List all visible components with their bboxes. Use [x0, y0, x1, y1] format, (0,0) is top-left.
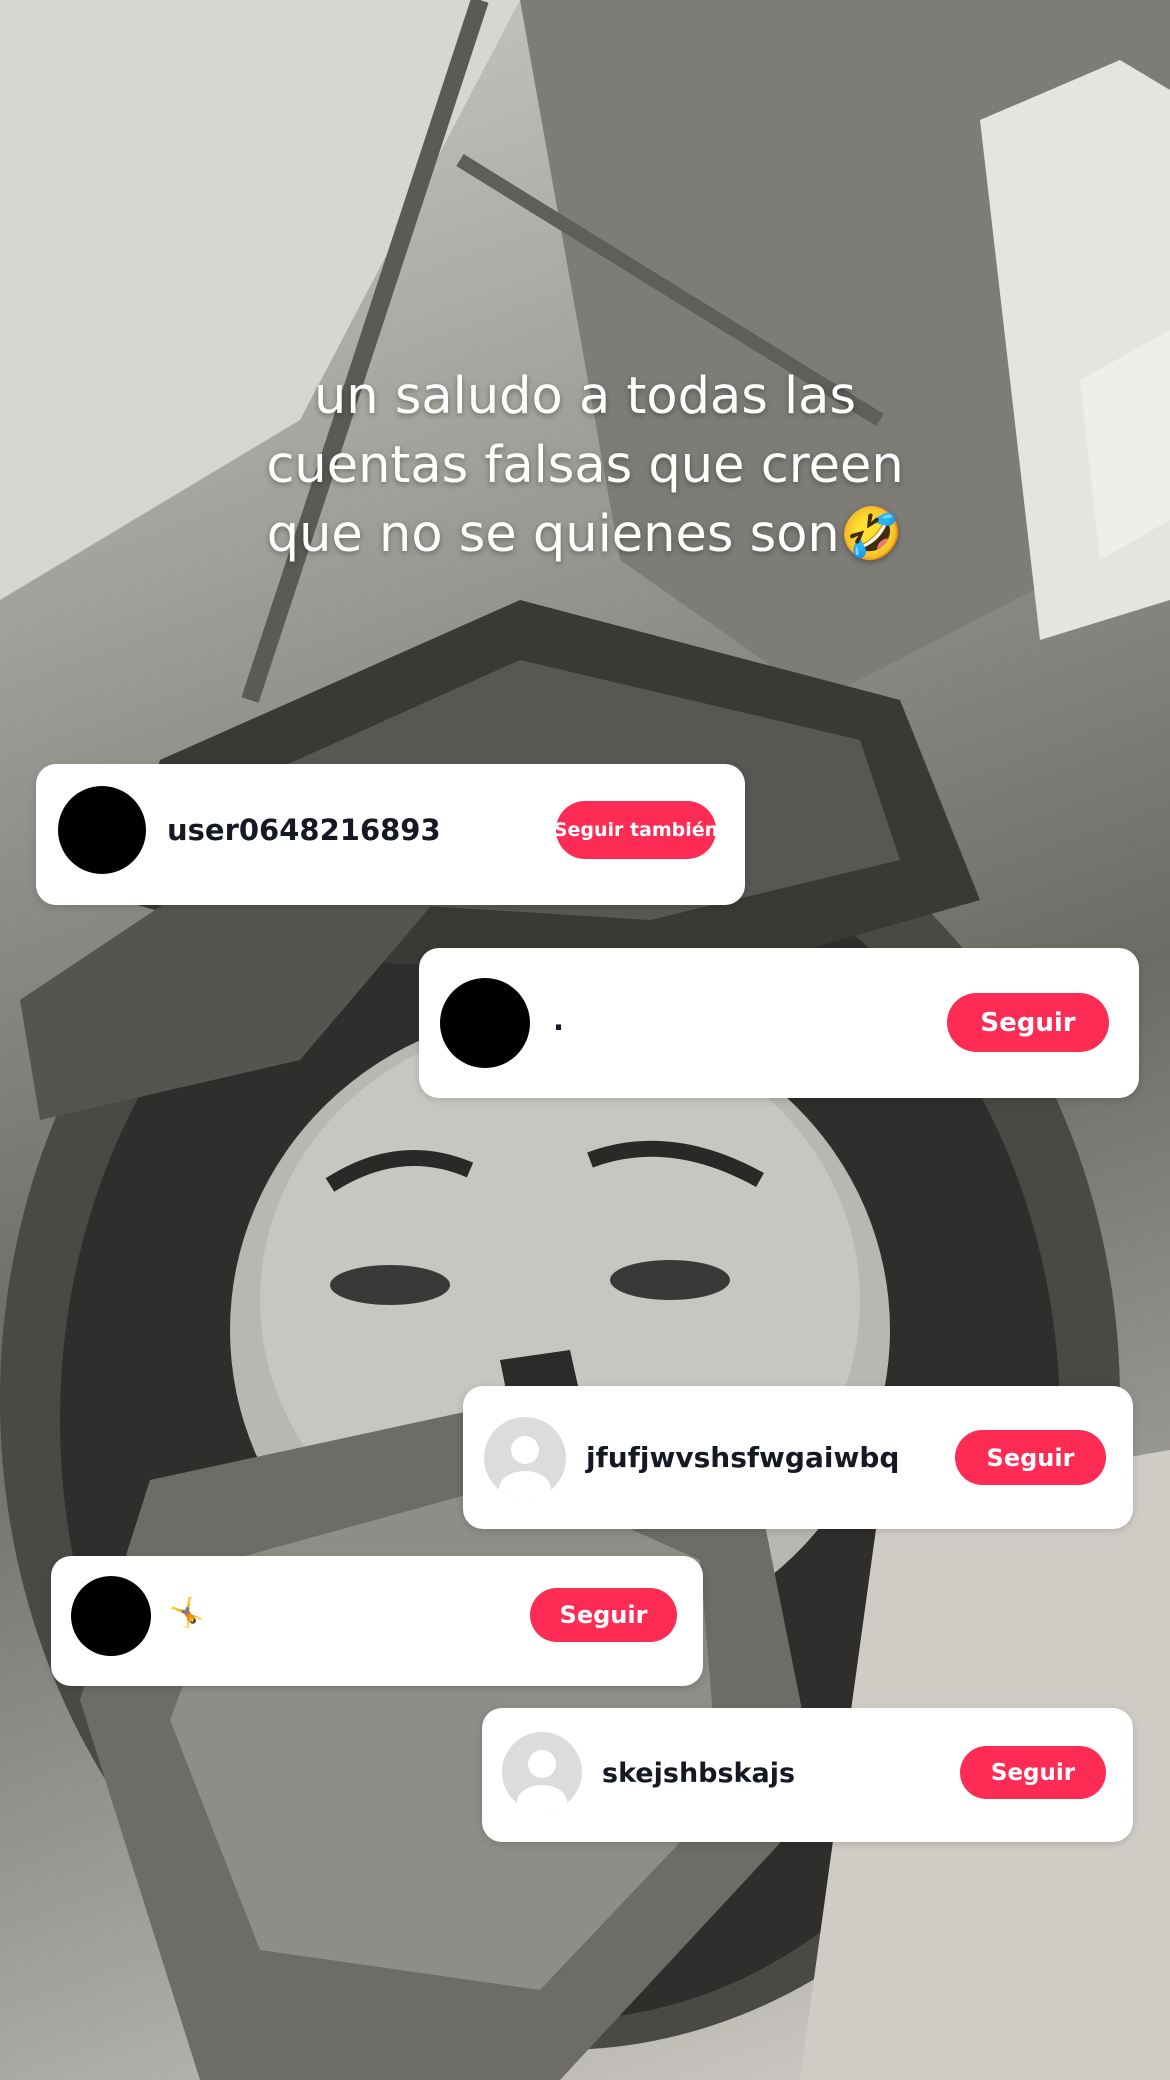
default-person-icon[interactable] [502, 1732, 582, 1812]
username[interactable]: 🤸 [169, 1596, 204, 1629]
username[interactable]: skejshbskajs [602, 1758, 795, 1789]
avatar[interactable] [71, 1576, 151, 1656]
username[interactable]: . [553, 1003, 564, 1037]
username[interactable]: user0648216893 [167, 813, 441, 847]
suggested-account-card: jfufjwvshsfwgaiwbq Seguir [463, 1386, 1133, 1529]
suggested-account-card: 🤸 Seguir [51, 1556, 703, 1686]
caption-line-2: cuentas falsas que creen [266, 436, 904, 495]
suggested-account-card: user0648216893 Seguir también [36, 764, 745, 905]
suggested-account-card: skejshbskajs Seguir [482, 1708, 1133, 1842]
video-caption: un saludo a todas las cuentas falsas que… [0, 362, 1170, 569]
caption-line-3: que no se quienes son🤣 [266, 505, 904, 564]
caption-line-1: un saludo a todas las [313, 367, 857, 426]
follow-button[interactable]: Seguir [947, 993, 1109, 1052]
avatar[interactable] [58, 786, 146, 874]
default-person-icon[interactable] [484, 1417, 566, 1499]
avatar[interactable] [440, 978, 530, 1068]
username[interactable]: jfufjwvshsfwgaiwbq [586, 1441, 899, 1474]
follow-back-button[interactable]: Seguir también [554, 801, 718, 859]
follow-button[interactable]: Seguir [960, 1746, 1106, 1799]
follow-button[interactable]: Seguir [530, 1588, 677, 1642]
suggested-account-card: . Seguir [419, 948, 1139, 1098]
follow-button[interactable]: Seguir [955, 1430, 1106, 1485]
